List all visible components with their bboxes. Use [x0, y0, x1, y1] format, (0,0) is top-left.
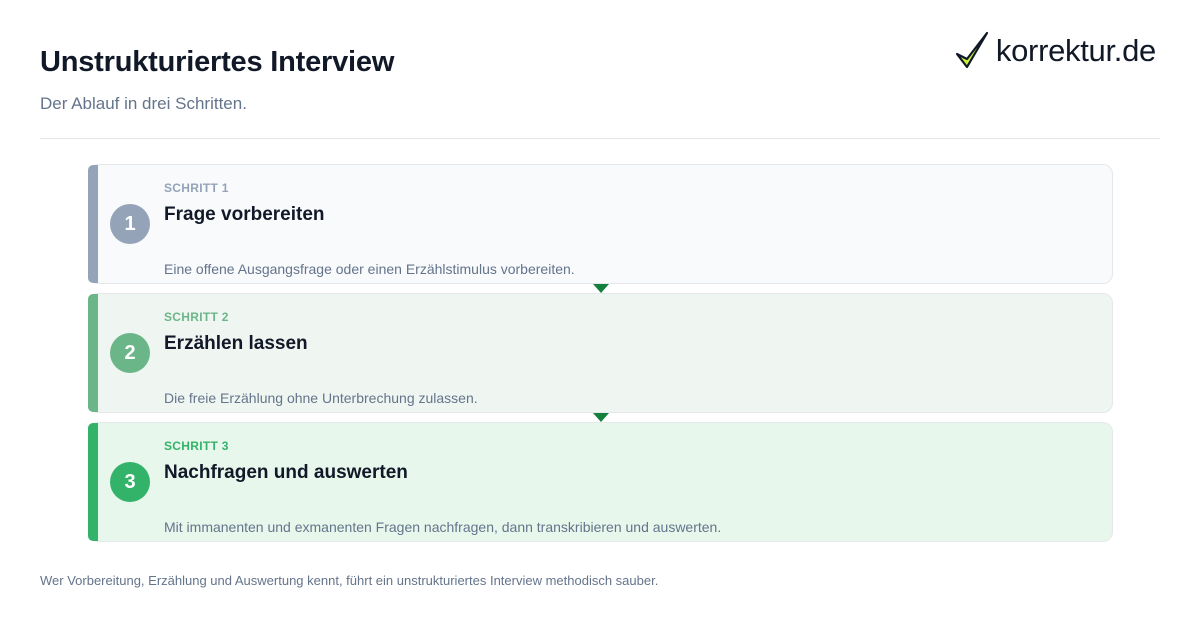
brand-logo[interactable]: korrektur.de	[954, 30, 1156, 72]
step-heading: Erzählen lassen	[164, 333, 308, 354]
step-description: Die freie Erzählung ohne Unterbrechung z…	[164, 390, 478, 406]
arrow-down-icon	[593, 284, 609, 293]
brand-name: korrektur.de	[995, 33, 1156, 68]
step-label: SCHRITT 3	[164, 439, 229, 453]
step-description: Eine offene Ausgangsfrage oder einen Erz…	[164, 261, 575, 277]
step-accent-bar	[88, 423, 98, 541]
step-heading: Nachfragen und auswerten	[164, 462, 408, 483]
step-card-1: 1 SCHRITT 1 Frage vorbereiten Eine offen…	[88, 164, 1113, 293]
step-description: Mit immanenten und exmanenten Fragen nac…	[164, 519, 722, 535]
step-card-3: 3 SCHRITT 3 Nachfragen und auswerten Mit…	[88, 422, 1113, 542]
step-card-2: 2 SCHRITT 2 Erzählen lassen Die freie Er…	[88, 293, 1113, 422]
checkmark-icon	[955, 31, 989, 69]
step-accent-bar	[88, 294, 98, 412]
page-subtitle: Der Ablauf in drei Schritten.	[40, 94, 247, 113]
page-title: Unstrukturiertes Interview	[40, 46, 395, 78]
step-number-badge: 1	[110, 204, 150, 244]
arrow-down-icon	[593, 413, 609, 422]
step-label: SCHRITT 1	[164, 181, 229, 195]
step-accent-bar	[88, 165, 98, 283]
header: Unstrukturiertes Interview Der Ablauf in…	[40, 0, 1160, 139]
step-heading: Frage vorbereiten	[164, 204, 325, 225]
step-label: SCHRITT 2	[164, 310, 229, 324]
step-number-badge: 2	[110, 333, 150, 373]
footer-note: Wer Vorbereitung, Erzählung und Auswertu…	[40, 573, 659, 588]
step-number-badge: 3	[110, 462, 150, 502]
